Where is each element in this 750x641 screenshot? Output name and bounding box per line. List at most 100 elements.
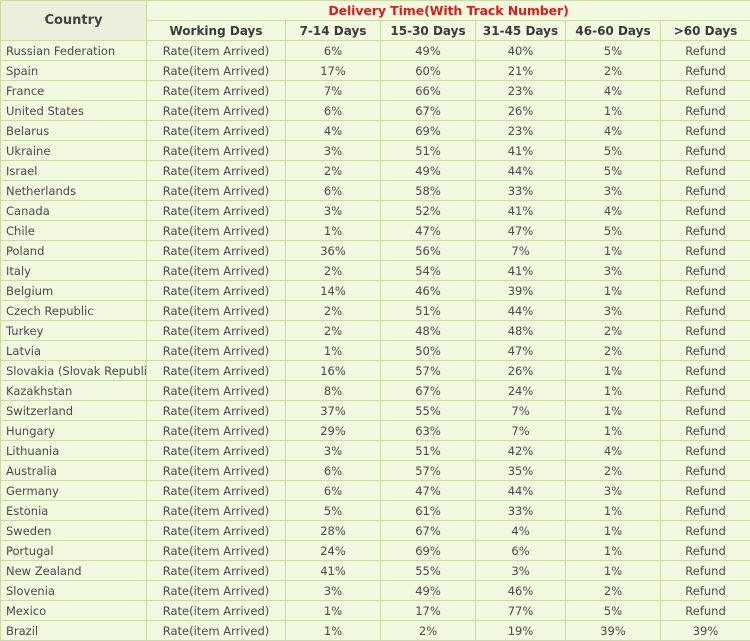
value-cell: 67% — [381, 381, 476, 401]
header-row-group: Country Delivery Time(With Track Number) — [1, 1, 750, 21]
value-cell: 55% — [381, 401, 476, 421]
value-cell: 4% — [476, 521, 566, 541]
value-cell: 1% — [286, 601, 381, 621]
country-cell: Latvia — [1, 341, 147, 361]
table-row: AustraliaRate(item Arrived)6%57%35%2%Ref… — [1, 461, 750, 481]
table-row: TurkeyRate(item Arrived)2%48%48%2%Refund — [1, 321, 750, 341]
value-cell: Refund — [661, 201, 750, 221]
value-cell: Rate(item Arrived) — [147, 281, 286, 301]
value-cell: 1% — [566, 101, 661, 121]
value-cell: 29% — [286, 421, 381, 441]
value-cell: Rate(item Arrived) — [147, 581, 286, 601]
value-cell: 44% — [476, 161, 566, 181]
country-cell: New Zealand — [1, 561, 147, 581]
table-row: KazakhstanRate(item Arrived)8%67%24%1%Re… — [1, 381, 750, 401]
value-cell: 50% — [381, 341, 476, 361]
value-cell: 26% — [476, 101, 566, 121]
value-cell: Refund — [661, 261, 750, 281]
value-cell: Refund — [661, 561, 750, 581]
value-cell: 6% — [286, 461, 381, 481]
value-cell: Rate(item Arrived) — [147, 481, 286, 501]
value-cell: 47% — [476, 221, 566, 241]
value-cell: 1% — [286, 221, 381, 241]
value-cell: 6% — [286, 481, 381, 501]
value-cell: Rate(item Arrived) — [147, 161, 286, 181]
value-cell: 69% — [381, 541, 476, 561]
value-cell: 51% — [381, 301, 476, 321]
country-cell: Netherlands — [1, 181, 147, 201]
value-cell: 57% — [381, 361, 476, 381]
value-cell: 33% — [476, 181, 566, 201]
value-cell: 8% — [286, 381, 381, 401]
value-cell: Rate(item Arrived) — [147, 541, 286, 561]
value-cell: 2% — [566, 581, 661, 601]
value-cell: 42% — [476, 441, 566, 461]
country-cell: Estonia — [1, 501, 147, 521]
value-cell: Rate(item Arrived) — [147, 241, 286, 261]
country-cell: Canada — [1, 201, 147, 221]
value-cell: 24% — [286, 541, 381, 561]
value-cell: 51% — [381, 141, 476, 161]
table-row: NetherlandsRate(item Arrived)6%58%33%3%R… — [1, 181, 750, 201]
value-cell: 46% — [381, 281, 476, 301]
table-row: IsraelRate(item Arrived)2%49%44%5%Refund — [1, 161, 750, 181]
table-row: GermanyRate(item Arrived)6%47%44%3%Refun… — [1, 481, 750, 501]
value-cell: Rate(item Arrived) — [147, 441, 286, 461]
value-cell: 2% — [286, 301, 381, 321]
value-cell: 3% — [286, 141, 381, 161]
country-cell: Poland — [1, 241, 147, 261]
value-cell: Rate(item Arrived) — [147, 341, 286, 361]
value-cell: 2% — [566, 61, 661, 81]
value-cell: Rate(item Arrived) — [147, 221, 286, 241]
table-row: PortugalRate(item Arrived)24%69%6%1%Refu… — [1, 541, 750, 561]
value-cell: Refund — [661, 381, 750, 401]
value-cell: 1% — [566, 561, 661, 581]
value-cell: 77% — [476, 601, 566, 621]
value-cell: Refund — [661, 401, 750, 421]
table-row: MexicoRate(item Arrived)1%17%77%5%Refund — [1, 601, 750, 621]
country-cell: Kazakhstan — [1, 381, 147, 401]
table-row: United StatesRate(item Arrived)6%67%26%1… — [1, 101, 750, 121]
value-cell: 5% — [566, 161, 661, 181]
country-cell: Chile — [1, 221, 147, 241]
column-header-over-60-days: >60 Days — [661, 21, 750, 41]
value-cell: 16% — [286, 361, 381, 381]
table-body: Russian FederationRate(item Arrived)6%49… — [1, 41, 750, 641]
value-cell: 5% — [566, 601, 661, 621]
table-row: Slovakia (Slovak Republic)Rate(item Arri… — [1, 361, 750, 381]
column-header-31-45-days: 31-45 Days — [476, 21, 566, 41]
value-cell: 49% — [381, 581, 476, 601]
value-cell: 49% — [381, 41, 476, 61]
value-cell: 21% — [476, 61, 566, 81]
value-cell: 7% — [476, 401, 566, 421]
table-row: CanadaRate(item Arrived)3%52%41%4%Refund — [1, 201, 750, 221]
table-row: SwedenRate(item Arrived)28%67%4%1%Refund — [1, 521, 750, 541]
value-cell: 7% — [476, 421, 566, 441]
value-cell: 6% — [286, 101, 381, 121]
value-cell: Rate(item Arrived) — [147, 201, 286, 221]
country-cell: France — [1, 81, 147, 101]
value-cell: 67% — [381, 521, 476, 541]
table-row: SpainRate(item Arrived)17%60%21%2%Refund — [1, 61, 750, 81]
value-cell: 1% — [566, 541, 661, 561]
value-cell: 3% — [286, 201, 381, 221]
value-cell: 2% — [566, 321, 661, 341]
value-cell: 56% — [381, 241, 476, 261]
table-row: SwitzerlandRate(item Arrived)37%55%7%1%R… — [1, 401, 750, 421]
table-row: BelgiumRate(item Arrived)14%46%39%1%Refu… — [1, 281, 750, 301]
value-cell: 2% — [566, 461, 661, 481]
value-cell: 2% — [286, 161, 381, 181]
country-cell: Hungary — [1, 421, 147, 441]
country-cell: Portugal — [1, 541, 147, 561]
country-cell: Switzerland — [1, 401, 147, 421]
value-cell: Rate(item Arrived) — [147, 101, 286, 121]
country-cell: Sweden — [1, 521, 147, 541]
value-cell: 4% — [566, 121, 661, 141]
country-cell: Slovenia — [1, 581, 147, 601]
country-cell: Czech Republic — [1, 301, 147, 321]
value-cell: 3% — [566, 181, 661, 201]
table-row: EstoniaRate(item Arrived)5%61%33%1%Refun… — [1, 501, 750, 521]
value-cell: Rate(item Arrived) — [147, 561, 286, 581]
value-cell: 46% — [476, 581, 566, 601]
value-cell: Refund — [661, 161, 750, 181]
